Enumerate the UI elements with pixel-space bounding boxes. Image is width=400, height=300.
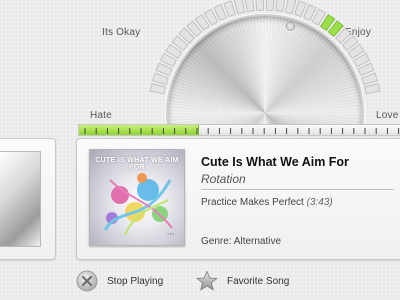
dial-segment[interactable]	[294, 0, 307, 18]
album-name: Practice Makes Perfect	[201, 197, 304, 208]
divider	[201, 189, 394, 191]
album-art-footnote: ▪ ▪ ▪	[167, 231, 174, 236]
album-art: CUTE IS WHAT WE AIM FOR ▪ ▪ ▪	[89, 149, 185, 246]
dial-segment[interactable]	[364, 83, 381, 95]
artist-name: Rotation	[201, 172, 246, 186]
knob-indicator	[286, 22, 295, 31]
rating-slider[interactable]	[78, 124, 400, 136]
previous-track-card[interactable]	[0, 138, 56, 260]
dial-segment[interactable]	[244, 0, 255, 12]
dial-segment[interactable]	[275, 0, 286, 12]
stop-icon	[76, 270, 98, 292]
rating-dial[interactable]	[0, 0, 400, 128]
dial-segment[interactable]	[255, 0, 265, 11]
dial-segment[interactable]	[152, 72, 169, 85]
track-duration: (3:43)	[306, 197, 333, 208]
rating-ticks	[84, 128, 400, 134]
star-icon	[196, 270, 218, 291]
dial-segment[interactable]	[361, 72, 378, 85]
album-art-text: CUTE IS WHAT WE AIM FOR	[95, 157, 179, 171]
previous-album-art	[0, 151, 41, 247]
stop-playing-button[interactable]: Stop Playing	[76, 270, 163, 292]
song-title: Cute Is What We Aim For	[201, 155, 349, 169]
dial-segment[interactable]	[223, 0, 236, 18]
stop-playing-label: Stop Playing	[107, 275, 164, 287]
favorite-song-button[interactable]: Favorite Song	[196, 270, 289, 292]
genre-label: Genre: Alternative	[201, 236, 282, 247]
favorite-song-label: Favorite Song	[227, 275, 290, 287]
dial-segment[interactable]	[284, 0, 297, 15]
album-line: Practice Makes Perfect (3:43)	[201, 197, 333, 208]
dial-segment[interactable]	[149, 83, 166, 95]
now-playing-card: CUTE IS WHAT WE AIM FOR ▪ ▪ ▪ Cute Is Wh…	[76, 138, 400, 260]
dial-segment[interactable]	[233, 0, 246, 15]
dial-segment[interactable]	[265, 0, 275, 11]
